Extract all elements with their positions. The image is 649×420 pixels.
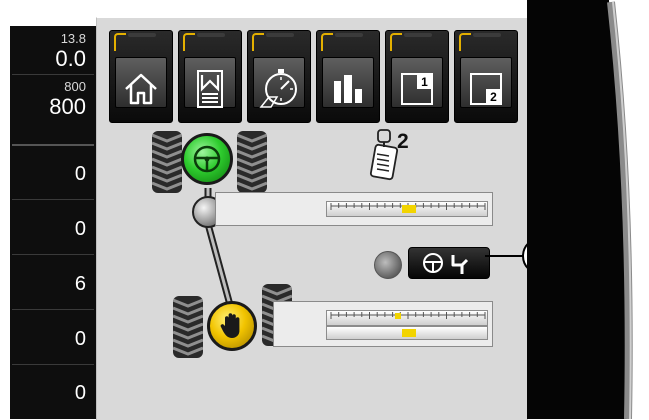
screen-1-label: 1	[421, 75, 428, 89]
screen-1-button[interactable]: 1	[385, 30, 449, 123]
slider-ticks	[330, 312, 486, 319]
home-button[interactable]	[109, 30, 173, 123]
display-bezel	[527, 0, 649, 419]
front-left-tire	[152, 131, 182, 193]
sidebar-value-1: 0	[74, 163, 86, 185]
speed-setpoint: 13.8	[60, 31, 86, 46]
sidebar-value-4: 0	[74, 328, 86, 350]
divider	[12, 364, 94, 365]
front-right-tire	[237, 131, 267, 193]
steering-mode-button[interactable]	[408, 247, 490, 279]
toolbar: 1 2	[109, 30, 521, 124]
status-indicator-light	[374, 251, 402, 279]
screen: 13.8 0.0 800 800 0 0 6 0 0 1 2 2	[0, 0, 649, 420]
menu-m-icon	[197, 70, 223, 108]
divider	[12, 254, 94, 255]
hand-stop-icon	[220, 313, 240, 338]
front-axle-slider-track	[326, 201, 488, 217]
sidebar-value-2: 0	[74, 218, 86, 240]
implement-count: 2	[397, 130, 409, 153]
speed-value: 0.0	[55, 46, 86, 71]
timer-button[interactable]	[247, 30, 311, 123]
front-axle-steering-button[interactable]	[181, 133, 233, 185]
screen-1-icon: 1	[401, 73, 433, 105]
rpm-value: 800	[49, 94, 86, 119]
divider	[12, 199, 94, 200]
rear-axle-slider[interactable]	[273, 301, 493, 347]
sensor-coil-icon	[369, 129, 399, 181]
home-icon	[125, 73, 157, 105]
screen-2-icon: 2	[470, 73, 502, 105]
rear-axle-level-track	[326, 326, 488, 340]
divider	[12, 144, 94, 146]
sidebar-value-5: 0	[74, 382, 86, 404]
menu-button[interactable]	[178, 30, 242, 123]
front-axle-slider[interactable]	[215, 192, 493, 226]
screen-2-button[interactable]: 2	[454, 30, 518, 123]
steering-panel: 1 2 2	[96, 17, 528, 420]
screen-2-label: 2	[490, 90, 497, 104]
rear-left-tire	[173, 296, 203, 358]
statistics-button[interactable]	[316, 30, 380, 123]
rear-axle-indicator	[401, 329, 416, 337]
bar-chart-icon	[334, 75, 362, 103]
rear-axle-target-mark	[395, 313, 402, 319]
sidebar: 13.8 0.0 800 800 0 0 6 0 0	[10, 26, 96, 419]
stopwatch-icon	[259, 69, 297, 108]
divider	[12, 74, 94, 75]
steering-wheel-icon	[193, 145, 221, 173]
rpm-setpoint: 800	[64, 79, 86, 94]
callout-line	[485, 255, 523, 257]
divider	[12, 309, 94, 310]
front-axle-indicator	[401, 205, 416, 213]
sidebar-value-3: 6	[74, 273, 86, 295]
rear-axle-lock-button[interactable]	[207, 301, 257, 351]
rear-axle-slider-track	[326, 310, 488, 326]
steering-wheel-lightning-icon	[423, 253, 469, 274]
